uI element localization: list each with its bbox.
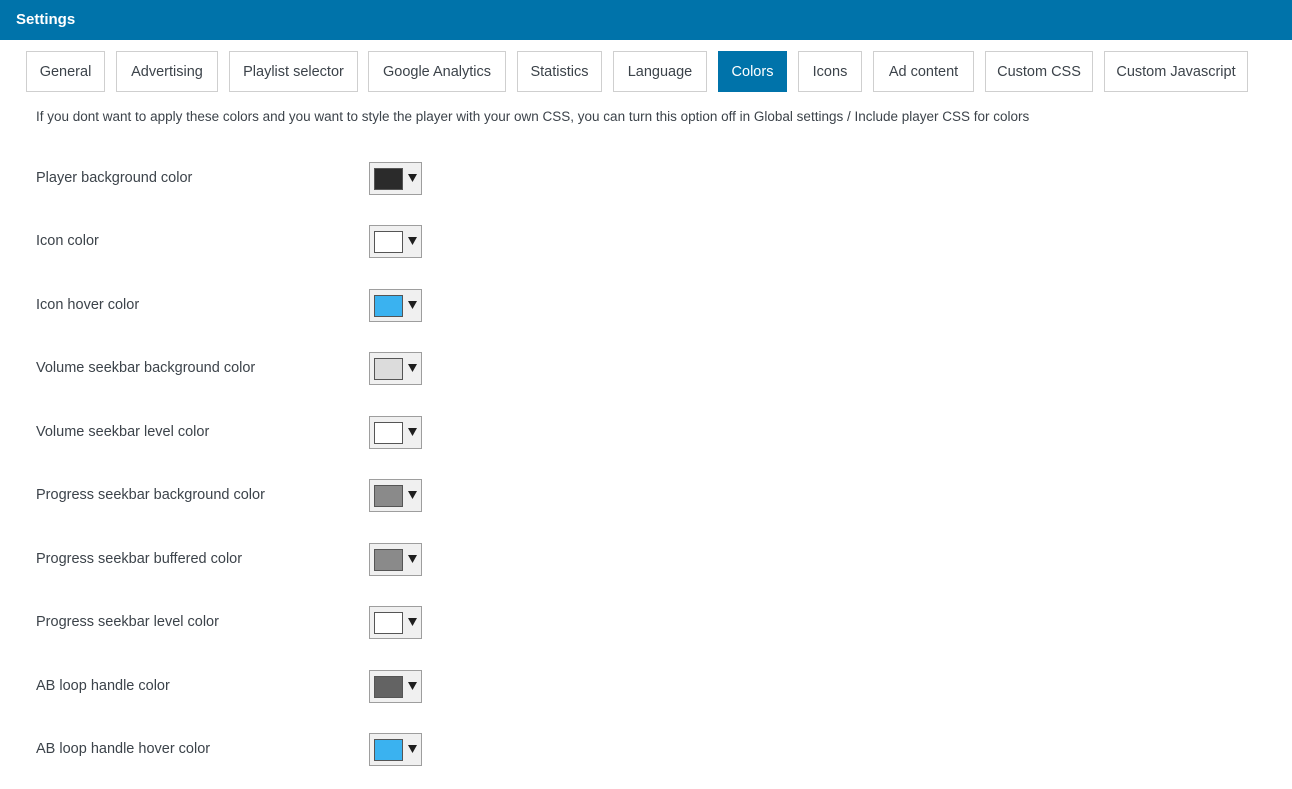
volume-seekbar-background-color-picker[interactable]: [369, 352, 422, 385]
tab-custom-javascript[interactable]: Custom Javascript: [1104, 51, 1248, 92]
color-swatch: [374, 422, 403, 444]
caret-down-icon: [407, 424, 417, 440]
volume-seekbar-level-color-picker[interactable]: [369, 416, 422, 449]
tab-icons[interactable]: Icons: [798, 51, 862, 92]
tab-ad-content[interactable]: Ad content: [873, 51, 974, 92]
color-swatch: [374, 295, 403, 317]
color-swatch: [374, 231, 403, 253]
icon-color-label: Icon color: [36, 233, 99, 249]
progress-seekbar-background-color-label: Progress seekbar background color: [36, 487, 265, 503]
caret-down-icon: [407, 487, 417, 503]
volume-seekbar-level-color-label: Volume seekbar level color: [36, 424, 210, 440]
colors-notice: If you dont want to apply these colors a…: [36, 109, 1030, 124]
caret-down-icon: [407, 614, 417, 630]
caret-down-icon: [407, 233, 417, 249]
ab-loop-handle-hover-color-picker[interactable]: [369, 733, 422, 766]
tab-playlist-selector[interactable]: Playlist selector: [229, 51, 358, 92]
color-swatch: [374, 358, 403, 380]
progress-seekbar-buffered-color-label: Progress seekbar buffered color: [36, 551, 243, 567]
progress-seekbar-level-color-label: Progress seekbar level color: [36, 614, 219, 630]
icon-color-picker[interactable]: [369, 225, 422, 258]
page-title: Settings: [16, 11, 76, 28]
settings-header: Settings: [0, 0, 1292, 40]
icon-hover-color-picker[interactable]: [369, 289, 422, 322]
tab-statistics[interactable]: Statistics: [517, 51, 602, 92]
color-swatch: [374, 676, 403, 698]
tab-google-analytics[interactable]: Google Analytics: [368, 51, 506, 92]
ab-loop-handle-hover-color-label: AB loop handle hover color: [36, 741, 211, 757]
color-swatch: [374, 485, 403, 507]
color-swatch: [374, 168, 403, 190]
caret-down-icon: [407, 741, 417, 757]
color-swatch: [374, 739, 403, 761]
caret-down-icon: [407, 360, 417, 376]
player-background-color-label: Player background color: [36, 170, 193, 186]
color-swatch: [374, 612, 403, 634]
progress-seekbar-background-color-picker[interactable]: [369, 479, 422, 512]
progress-seekbar-buffered-color-picker[interactable]: [369, 543, 422, 576]
tab-custom-css[interactable]: Custom CSS: [985, 51, 1093, 92]
ab-loop-handle-color-label: AB loop handle color: [36, 678, 170, 694]
icon-hover-color-label: Icon hover color: [36, 297, 140, 313]
color-swatch: [374, 549, 403, 571]
tab-general[interactable]: General: [26, 51, 105, 92]
caret-down-icon: [407, 551, 417, 567]
caret-down-icon: [407, 678, 417, 694]
volume-seekbar-background-color-label: Volume seekbar background color: [36, 360, 256, 376]
caret-down-icon: [407, 297, 417, 313]
caret-down-icon: [407, 170, 417, 186]
progress-seekbar-level-color-picker[interactable]: [369, 606, 422, 639]
tab-advertising[interactable]: Advertising: [116, 51, 218, 92]
settings-tabs: General Advertising Playlist selector Go…: [0, 51, 1292, 92]
ab-loop-handle-color-picker[interactable]: [369, 670, 422, 703]
tab-colors[interactable]: Colors: [718, 51, 787, 92]
tab-language[interactable]: Language: [613, 51, 707, 92]
player-background-color-picker[interactable]: [369, 162, 422, 195]
